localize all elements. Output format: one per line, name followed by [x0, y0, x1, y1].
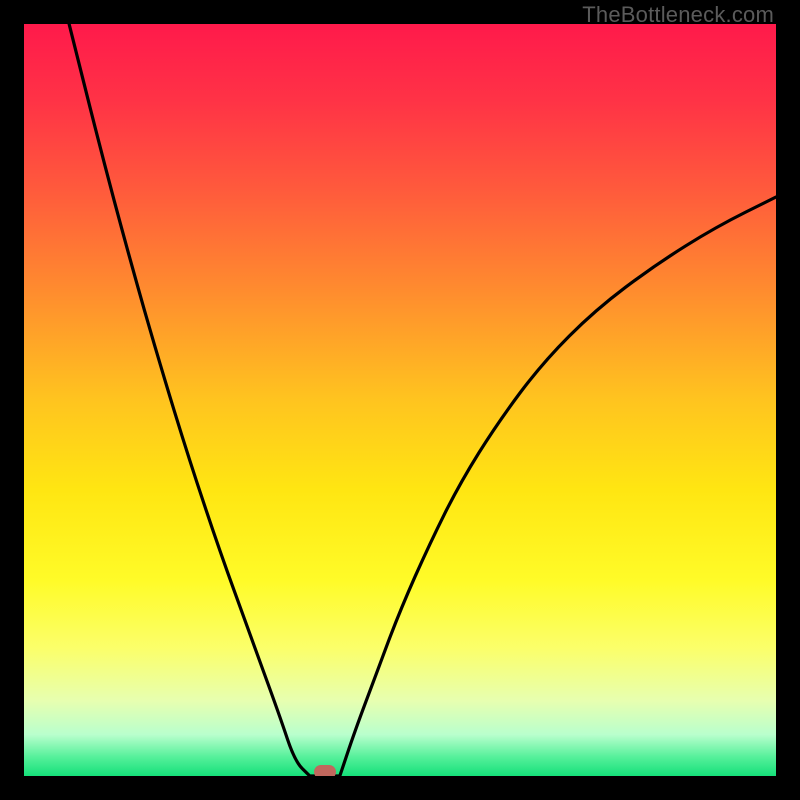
chart-frame: TheBottleneck.com: [0, 0, 800, 800]
watermark-text: TheBottleneck.com: [582, 2, 774, 28]
plot-area: [24, 24, 776, 776]
bottleneck-curve: [24, 24, 776, 776]
min-point-marker: [314, 765, 336, 776]
